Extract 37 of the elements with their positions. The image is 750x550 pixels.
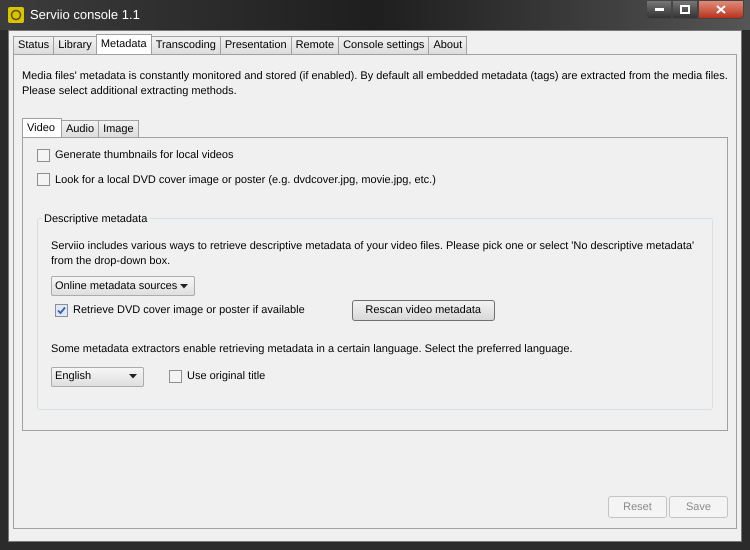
tab[interactable]: Remote [290,36,340,54]
dropdown[interactable]: English [51,366,144,386]
close-icon [716,5,726,14]
caret-icon [180,284,188,288]
app-icon [8,7,24,23]
language-text: Some metadata extractors enable retrieving metadata in a certain language. Select the preferred language. [51,342,574,357]
tab[interactable]: Console settings [338,36,430,54]
tab[interactable]: About [428,36,468,54]
checkbox[interactable] [37,173,50,186]
checkbox-label: Look for a local DVD cover image or poster (e.g. dvdcover.jpg, movie.jpg, etc.) [55,172,436,188]
rescan-button[interactable]: Rescan video metadata [352,300,495,321]
maximize-icon [680,5,690,14]
maximize-button[interactable] [672,0,698,19]
tab[interactable]: Library [53,36,97,54]
tab[interactable]: Video [22,118,62,137]
checkmark-icon [57,306,66,315]
close-button[interactable] [698,0,744,19]
group-title: Descriptive metadata [42,211,150,228]
tab[interactable]: Status [13,36,54,54]
tab[interactable]: Image [98,120,139,137]
checkbox-label: Retrieve DVD cover image or poster if available [73,303,305,318]
tab[interactable]: Presentation [220,36,292,54]
tab[interactable]: Metadata [96,34,152,54]
tab[interactable]: Transcoding [150,36,221,54]
description-text: Serviio includes various ways to retrieve descriptive metadata of your video files. Please pick one or select 'No descriptive metadata' from the drop-down box. [51,239,696,269]
dropdown[interactable]: Online metadata sources [51,276,195,296]
checkbox[interactable] [169,370,182,383]
minimize-button[interactable] [646,0,672,19]
caret-icon [129,374,137,379]
window-title: Serviio console 1.1 [30,6,140,24]
checkbox[interactable] [55,304,68,317]
checkbox-label: Generate thumbnails for local videos [55,148,234,163]
tab[interactable]: Audio [60,120,100,137]
checkbox-label: Use original title [187,369,266,384]
minimize-icon [654,8,664,11]
intro-text: Media files' metadata is constantly monitored and stored (if enabled). By default all embedded metadata (tags) are extracted from the media files. Please select additional extracting methods. [22,69,728,99]
checkbox[interactable] [37,148,50,162]
